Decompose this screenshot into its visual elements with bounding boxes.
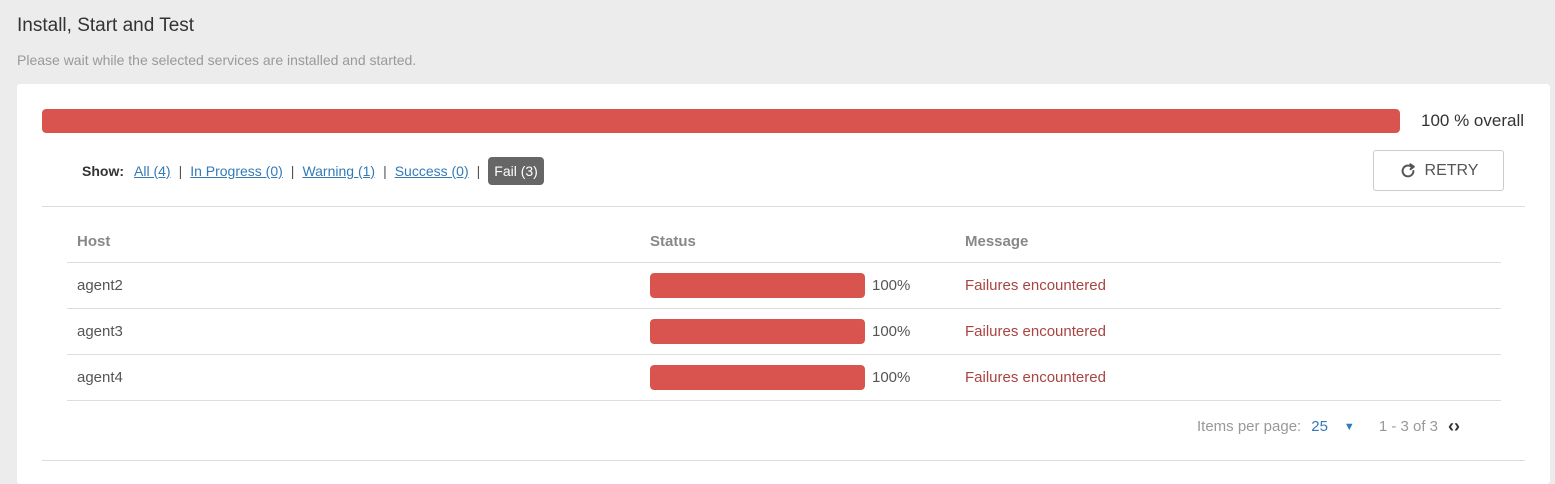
host-progress-bar <box>650 273 865 298</box>
filter-warning[interactable]: Warning (1) <box>302 163 375 179</box>
page-subtitle: Please wait while the selected services … <box>17 52 417 68</box>
host-progress-fill <box>650 273 865 298</box>
table-header: Host Status Message <box>67 220 1501 263</box>
host-progress-fill <box>650 365 865 390</box>
status-cell: 100% <box>640 319 955 344</box>
caret-down-icon[interactable]: ▼ <box>1344 421 1355 433</box>
items-per-page-select[interactable]: 25 <box>1311 418 1328 435</box>
column-header-status: Status <box>650 232 696 250</box>
hosts-table: Host Status Message agent2 100% Failures… <box>67 220 1501 401</box>
overall-progress-bar <box>42 109 1400 133</box>
host-cell: agent4 <box>77 369 123 386</box>
host-cell: agent3 <box>77 323 123 340</box>
install-panel: 100 % overall Show: All (4) | In Progres… <box>17 84 1550 484</box>
filter-in-progress[interactable]: In Progress (0) <box>190 163 283 179</box>
column-header-message: Message <box>965 232 1029 250</box>
host-progress-bar <box>650 365 865 390</box>
host-progress-percent: 100% <box>872 369 911 386</box>
table-row: agent3 100% Failures encountered <box>67 309 1501 355</box>
page-title: Install, Start and Test <box>17 15 195 36</box>
host-progress-fill <box>650 319 865 344</box>
divider <box>42 206 1525 207</box>
overall-progress-fill <box>42 109 1400 133</box>
items-per-page-label: Items per page: <box>1197 418 1302 435</box>
message-link[interactable]: Failures encountered <box>955 277 1501 294</box>
divider <box>42 460 1525 461</box>
host-progress-percent: 100% <box>872 323 911 340</box>
pagination-range: 1 - 3 of 3 <box>1378 418 1439 435</box>
refresh-icon <box>1401 162 1415 177</box>
retry-label: RETRY <box>1424 161 1479 179</box>
pagination: Items per page: 25 ▼ 1 - 3 of 3 ‹ › <box>1197 416 1460 437</box>
host-cell: agent2 <box>77 277 123 294</box>
filter-separator: | <box>383 163 387 179</box>
host-progress-percent: 100% <box>872 277 911 294</box>
filter-fail[interactable]: Fail (3) <box>488 157 544 185</box>
status-cell: 100% <box>640 365 955 390</box>
message-link[interactable]: Failures encountered <box>955 323 1501 340</box>
filter-separator: | <box>290 163 295 179</box>
filter-bar: Show: All (4) | In Progress (0) | Warnin… <box>82 155 544 187</box>
filter-separator: | <box>178 163 183 179</box>
filter-success[interactable]: Success (0) <box>395 163 469 179</box>
host-progress-bar <box>650 319 865 344</box>
overall-progress-label: 100 % overall <box>1421 111 1525 130</box>
filter-all[interactable]: All (4) <box>134 163 171 179</box>
retry-button[interactable]: RETRY <box>1373 150 1504 191</box>
message-link[interactable]: Failures encountered <box>955 369 1501 386</box>
table-row: agent4 100% Failures encountered <box>67 355 1501 401</box>
filter-show-label: Show: <box>82 163 124 179</box>
column-header-host: Host <box>77 232 111 250</box>
table-row: agent2 100% Failures encountered <box>67 263 1501 309</box>
status-cell: 100% <box>640 273 955 298</box>
chevron-right-icon[interactable]: › <box>1454 416 1460 437</box>
filter-separator: | <box>476 163 481 179</box>
